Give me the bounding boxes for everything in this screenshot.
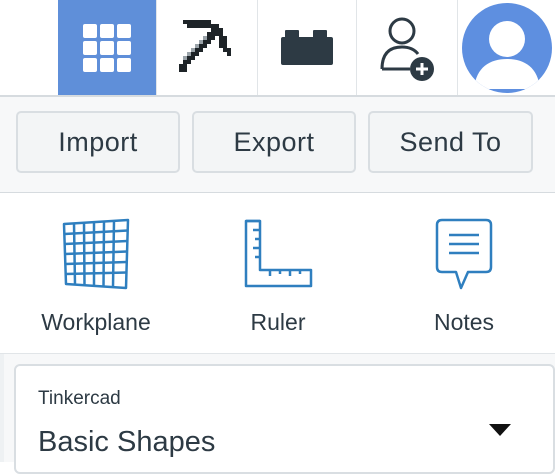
caret-down-icon <box>489 424 511 436</box>
ruler-icon <box>244 219 313 288</box>
shapes-library-title: Basic Shapes <box>38 426 216 458</box>
shapes-library-dropdown[interactable]: Tinkercad Basic Shapes <box>14 364 555 474</box>
notes-icon <box>435 218 493 290</box>
tools-row: Workplane Ruler Notes <box>0 193 555 354</box>
grid-icon <box>83 23 131 72</box>
notes-label: Notes <box>433 309 495 335</box>
action-toolbar: Import Export Send To <box>0 97 555 193</box>
workplane-label: Workplane <box>41 309 151 335</box>
add-user-icon <box>380 17 434 81</box>
ruler-tool[interactable]: Ruler <box>198 215 358 345</box>
design-view-button[interactable] <box>58 0 156 95</box>
invite-user-button[interactable] <box>357 0 457 95</box>
user-avatar-button[interactable] <box>459 0 555 95</box>
notes-tool[interactable]: Notes <box>384 215 544 345</box>
blocks-view-button[interactable] <box>157 0 257 95</box>
brick-icon <box>281 29 333 65</box>
pickaxe-icon <box>179 19 231 72</box>
avatar-icon <box>474 20 540 89</box>
shapes-library-source: Tinkercad <box>38 388 121 409</box>
avatar <box>462 2 552 93</box>
top-nav-bar <box>0 0 555 97</box>
send-to-button[interactable]: Send To <box>368 111 533 173</box>
workplane-icon <box>62 218 130 290</box>
bricks-view-button[interactable] <box>258 0 356 95</box>
import-button[interactable]: Import <box>16 111 180 173</box>
ruler-label: Ruler <box>250 309 306 335</box>
export-button[interactable]: Export <box>192 111 356 173</box>
workplane-tool[interactable]: Workplane <box>16 215 176 345</box>
